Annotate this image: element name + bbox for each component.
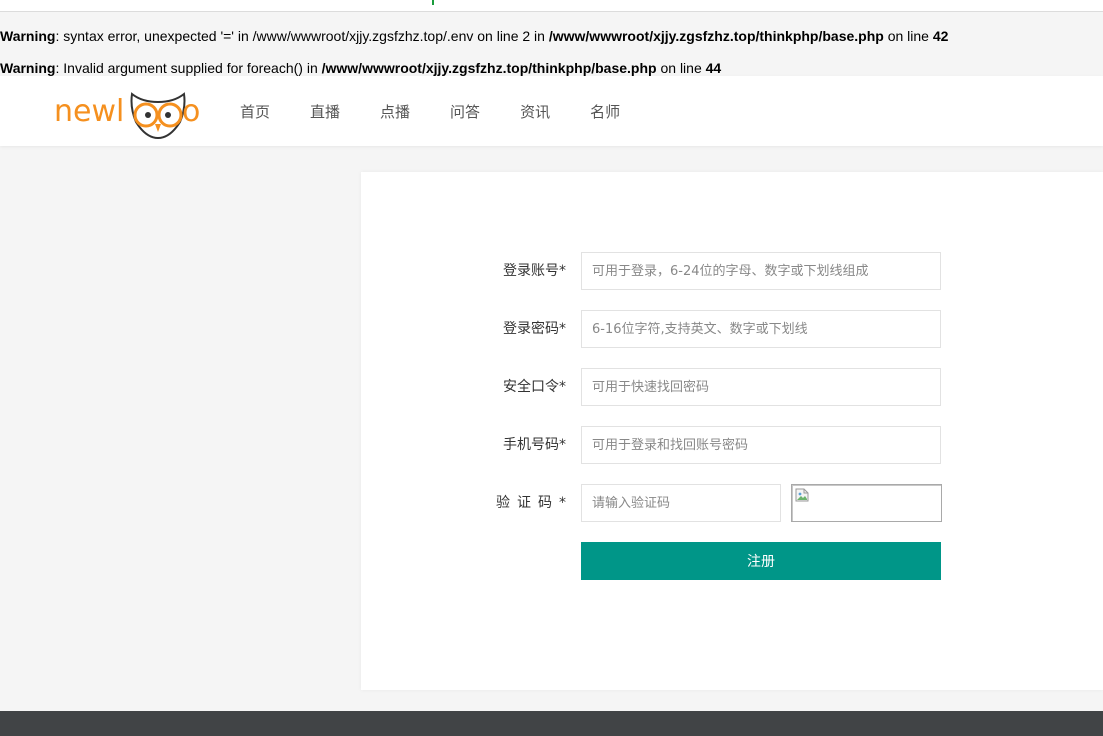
register-button[interactable]: 注册 (581, 542, 941, 580)
register-form-card: 登录账号* 登录密码* 安全口令* 手机号码* 验证码* 注册 (361, 172, 1103, 690)
warning-label: Warning (0, 60, 56, 76)
site-footer (0, 711, 1103, 736)
nav-item-news[interactable]: 资讯 (520, 101, 550, 122)
form-row-captcha: 验证码* (361, 484, 1103, 522)
warning-message: : syntax error, unexpected '=' in /www/w… (55, 28, 549, 44)
password-label: 登录密码* (503, 321, 566, 337)
nav-item-qa[interactable]: 问答 (450, 101, 480, 122)
form-row-password: 登录密码* (361, 310, 1103, 348)
phone-label: 手机号码* (503, 437, 566, 453)
form-row-security-phrase: 安全口令* (361, 368, 1103, 406)
captcha-image[interactable] (791, 484, 942, 522)
password-input[interactable] (581, 310, 941, 348)
warning-message: : Invalid argument supplied for foreach(… (55, 60, 322, 76)
nav-item-vod[interactable]: 点播 (380, 101, 410, 122)
phone-input[interactable] (581, 426, 941, 464)
warning-line: 42 (932, 28, 949, 44)
warning-file: /www/wwwroot/xjjy.zgsfzhz.top/thinkphp/b… (321, 60, 657, 76)
tab-indicator-icon (432, 0, 434, 5)
account-label: 登录账号* (503, 263, 566, 279)
security-phrase-label: 安全口令* (503, 379, 566, 395)
account-input[interactable] (581, 252, 941, 290)
nav-item-teachers[interactable]: 名师 (590, 101, 620, 122)
warning-on-line: on line (656, 60, 706, 76)
warning-on-line: on line (883, 28, 933, 44)
broken-image-icon (795, 488, 809, 502)
site-logo[interactable]: newl o (54, 82, 200, 140)
nav-item-home[interactable]: 首页 (240, 101, 270, 122)
owl-logo-icon (130, 92, 186, 140)
form-row-account: 登录账号* (361, 252, 1103, 290)
php-warning-2: Warning: Invalid argument supplied for f… (0, 59, 721, 77)
nav-item-live[interactable]: 直播 (310, 101, 340, 122)
warning-line: 44 (705, 60, 722, 76)
warning-label: Warning (0, 28, 56, 44)
php-warning-1: Warning: syntax error, unexpected '=' in… (0, 27, 948, 45)
logo-text: newl (54, 94, 125, 129)
main-nav: 首页 直播 点播 问答 资讯 名师 (240, 76, 660, 146)
browser-top-strip (0, 0, 1103, 12)
form-row-phone: 手机号码* (361, 426, 1103, 464)
security-phrase-input[interactable] (581, 368, 941, 406)
captcha-input[interactable] (581, 484, 781, 522)
captcha-label: 验证码* (496, 495, 566, 511)
warning-file: /www/wwwroot/xjjy.zgsfzhz.top/thinkphp/b… (548, 28, 884, 44)
logo-text-tail: o (182, 94, 201, 129)
site-header: newl o 首页 直播 点播 问答 资讯 名师 (0, 76, 1103, 146)
